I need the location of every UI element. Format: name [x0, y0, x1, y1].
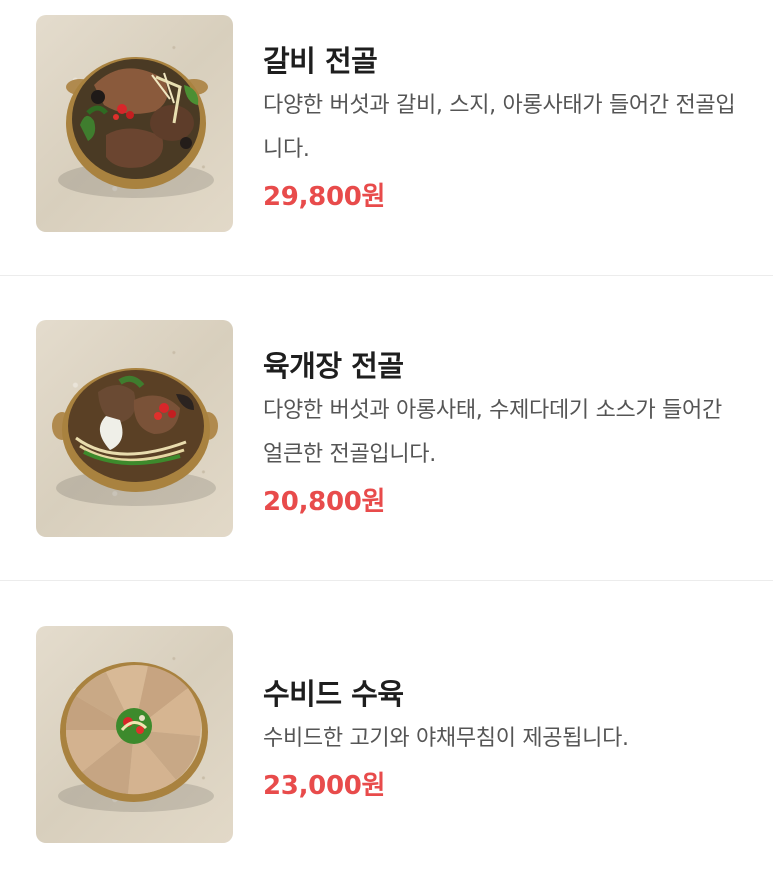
hotpot-illustration: [58, 57, 214, 198]
divider: [0, 580, 773, 581]
menu-item-description: 다양한 버섯과 아롱사태, 수제다데기 소스가 들어간 얼큰한 전골입니다.: [263, 398, 722, 467]
menu-item-yukgaejang-jeongol[interactable]: 육개장 전골 다양한 버섯과 아롱사태, 수제다데기 소스가 들어간 얼큰한 전…: [0, 305, 773, 581]
menu-item-sous-vide-suyuk[interactable]: 수비드 수육 수비드한 고기와 야채무침이 제공됩니다. 23,000원: [0, 611, 773, 887]
menu-item-name: 갈비 전골: [263, 44, 378, 78]
menu-item-photo[interactable]: [36, 626, 233, 843]
hotpot-illustration: [52, 368, 218, 506]
menu-item-photo[interactable]: [36, 15, 233, 232]
divider: [0, 275, 773, 276]
menu-item-description: 다양한 버섯과 갈비, 스지, 아롱사태가 들어간 전골입니다.: [263, 93, 736, 162]
menu-item-description: 수비드한 고기와 야채무침이 제공됩니다.: [263, 726, 629, 751]
menu-item-price: 20,800원: [263, 487, 386, 517]
menu-item-price: 29,800원: [263, 182, 386, 212]
menu-list: 갈비 전골 다양한 버섯과 갈비, 스지, 아롱사태가 들어간 전골입니다. 2…: [0, 0, 773, 862]
menu-item-price: 23,000원: [263, 771, 386, 801]
platter-illustration: [58, 662, 214, 812]
menu-item-name: 육개장 전골: [263, 349, 404, 383]
menu-item-photo[interactable]: [36, 320, 233, 537]
menu-item-name: 수비드 수육: [263, 677, 404, 711]
menu-item-galbi-jeongol[interactable]: 갈비 전골 다양한 버섯과 갈비, 스지, 아롱사태가 들어간 전골입니다. 2…: [0, 0, 773, 276]
